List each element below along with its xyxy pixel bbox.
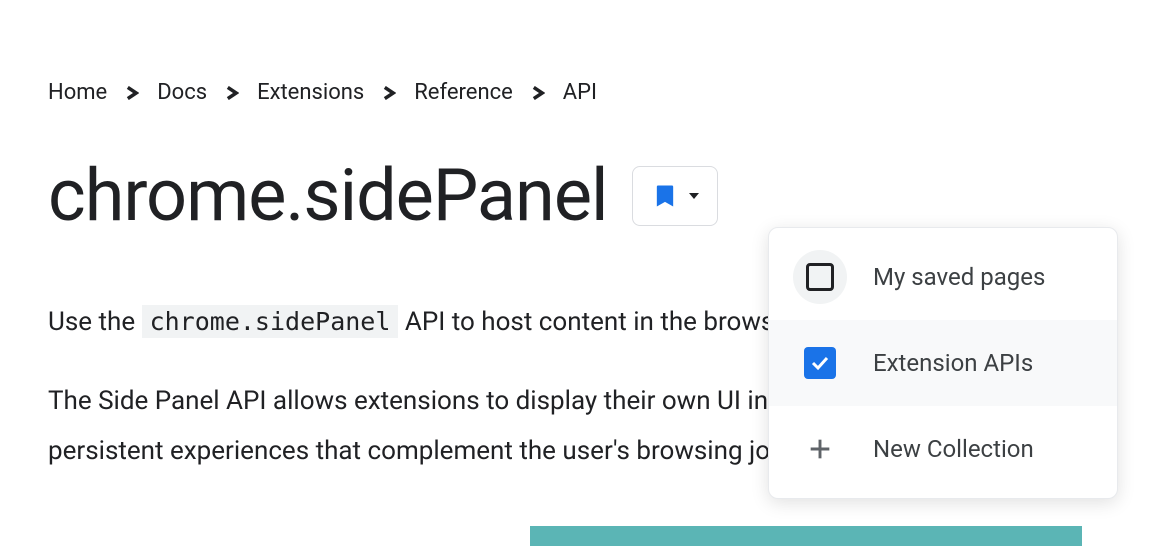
api-code: chrome.sidePanel xyxy=(142,305,399,338)
decorative-strip xyxy=(530,526,1082,546)
menu-item-label: Extension APIs xyxy=(873,349,1033,377)
menu-item-extension-apis[interactable]: Extension APIs xyxy=(769,320,1117,406)
bookmark-icon xyxy=(651,182,679,210)
page-title: chrome.sidePanel xyxy=(48,153,608,238)
plus-icon xyxy=(793,422,847,476)
bookmark-button[interactable] xyxy=(632,166,718,226)
bookmark-dropdown: My saved pages Extension APIs New Collec… xyxy=(768,227,1118,499)
checkbox-checked-icon xyxy=(793,336,847,390)
menu-item-new-collection[interactable]: New Collection xyxy=(769,406,1117,492)
chevron-right-icon xyxy=(125,86,139,100)
chevron-right-icon xyxy=(382,86,396,100)
breadcrumb: Home Docs Extensions Reference API xyxy=(48,80,1170,105)
caret-down-icon xyxy=(689,191,699,201)
breadcrumb-extensions[interactable]: Extensions xyxy=(257,80,364,105)
chevron-right-icon xyxy=(531,86,545,100)
menu-item-saved-pages[interactable]: My saved pages xyxy=(769,234,1117,320)
breadcrumb-reference[interactable]: Reference xyxy=(414,80,513,105)
chevron-right-icon xyxy=(225,86,239,100)
checkbox-unchecked-icon xyxy=(793,250,847,304)
breadcrumb-home[interactable]: Home xyxy=(48,80,107,105)
menu-item-label: New Collection xyxy=(873,435,1034,463)
menu-item-label: My saved pages xyxy=(873,263,1045,291)
breadcrumb-docs[interactable]: Docs xyxy=(157,80,207,105)
breadcrumb-api[interactable]: API xyxy=(563,80,597,105)
